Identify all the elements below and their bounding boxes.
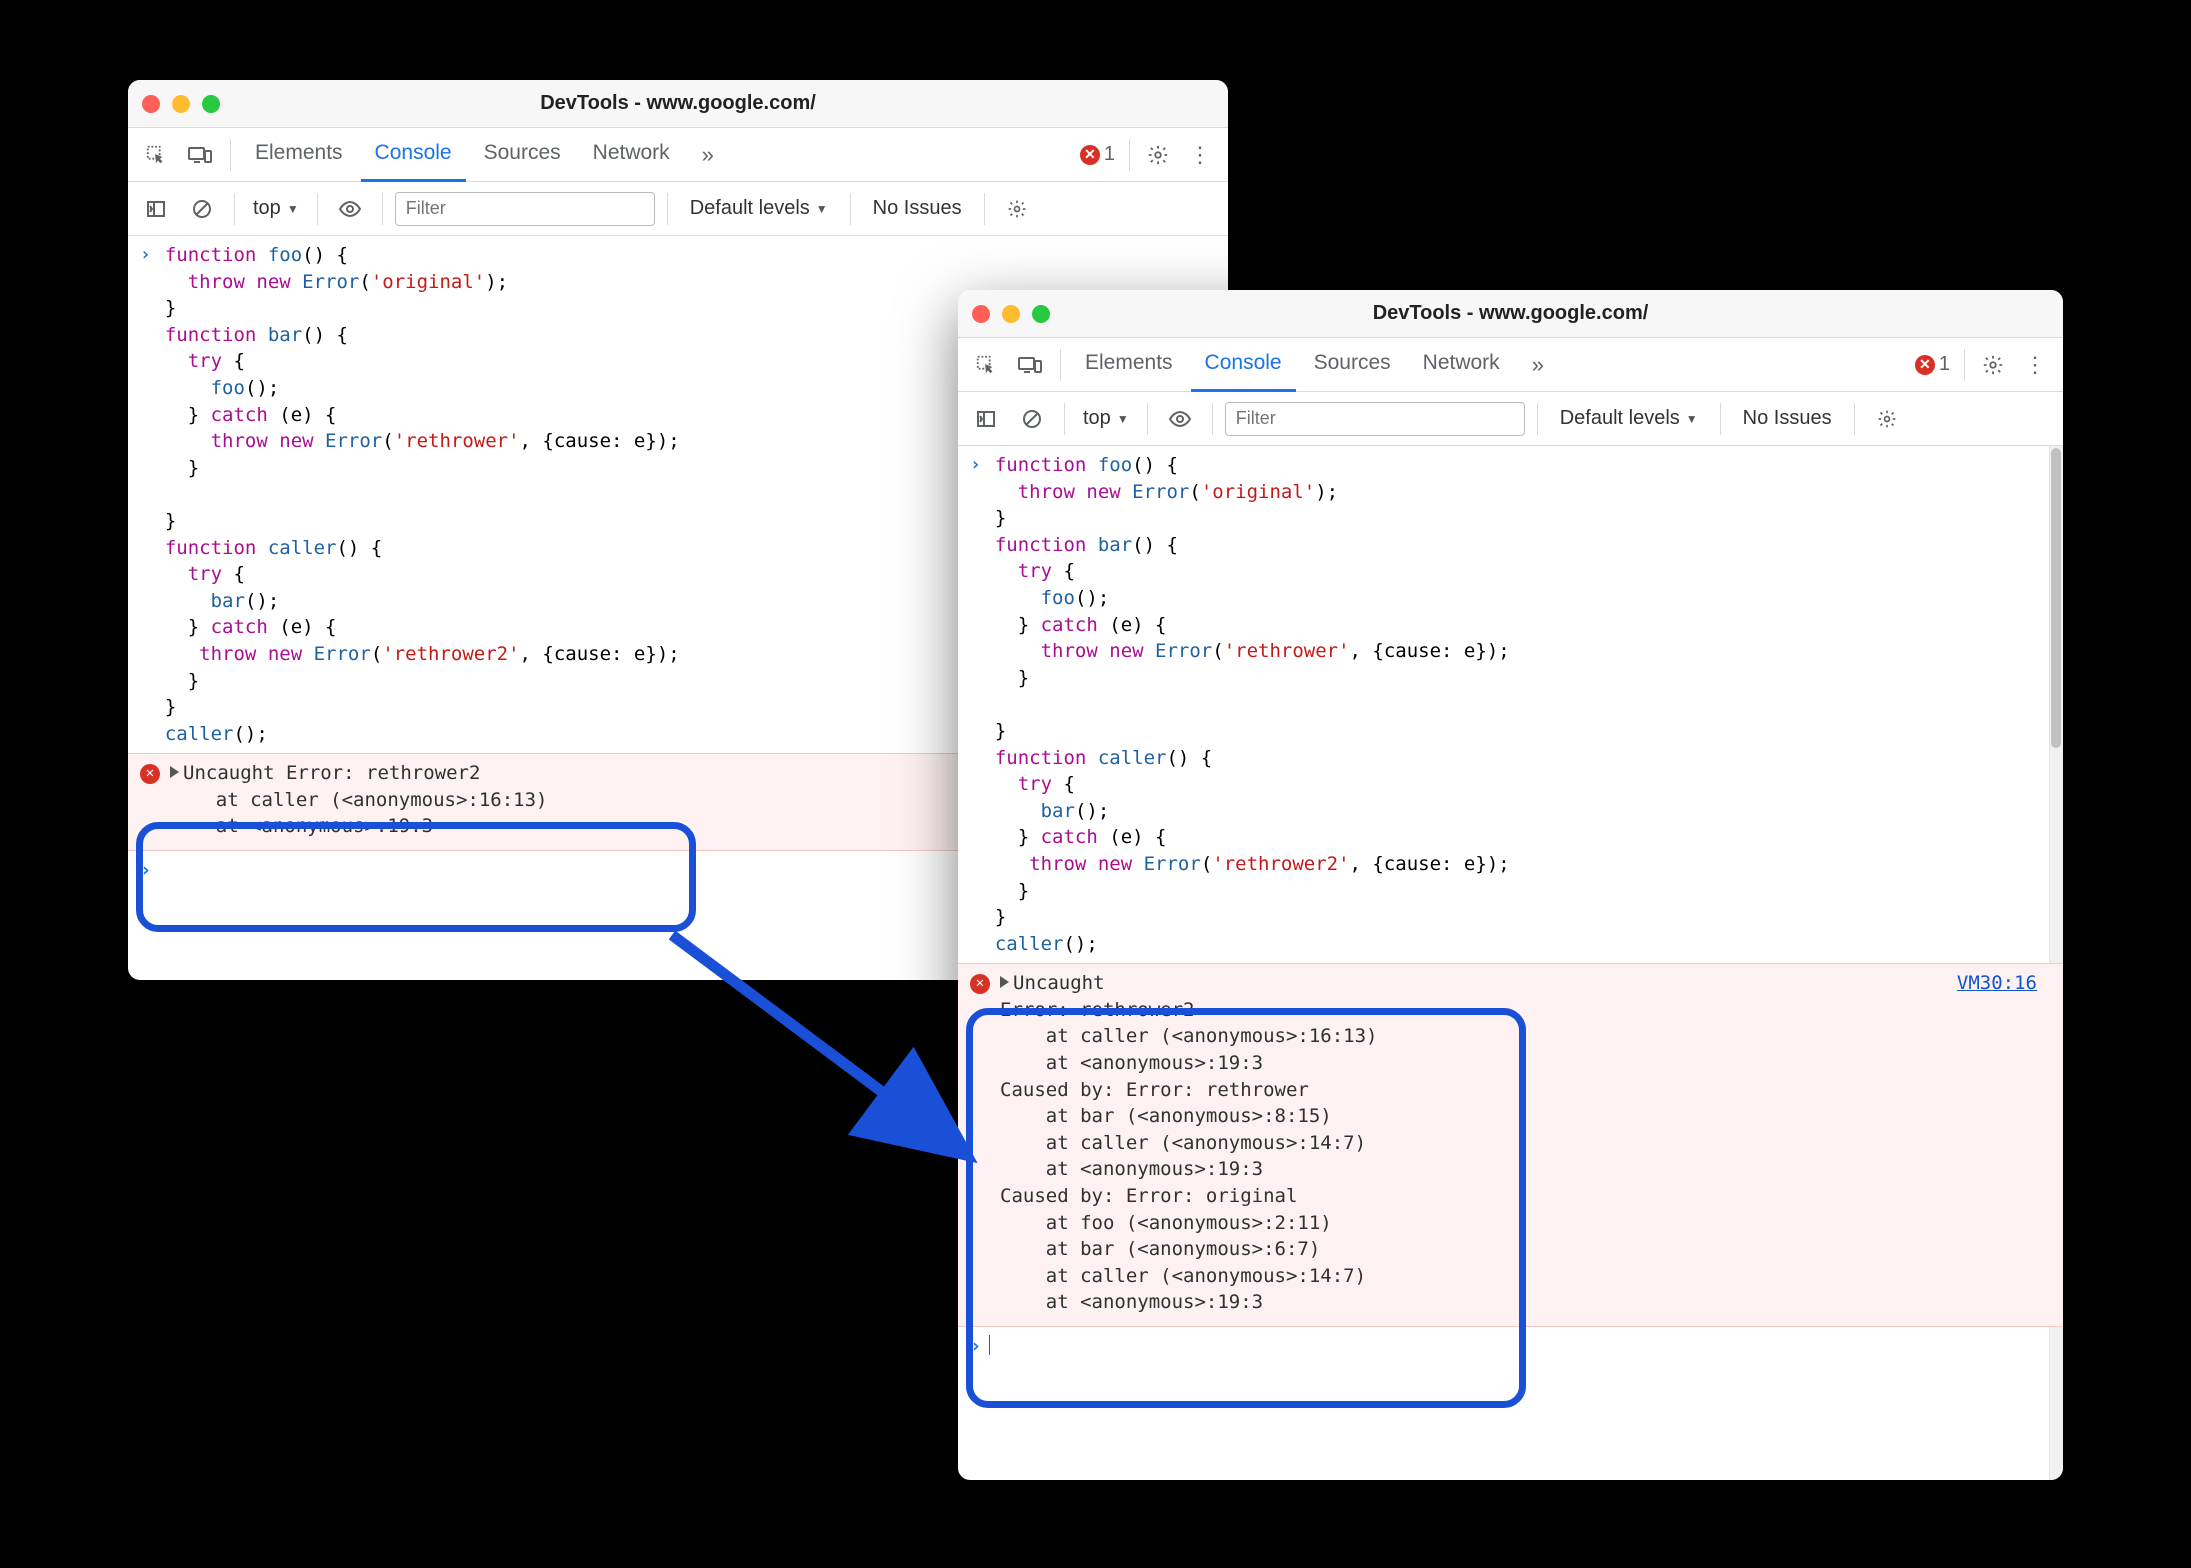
context-selector[interactable]: top▼: [247, 197, 305, 220]
clear-console-icon[interactable]: [182, 189, 222, 229]
error-count-badge[interactable]: ✕ 1: [1074, 143, 1121, 166]
titlebar: DevTools - www.google.com/: [128, 80, 1228, 128]
live-expression-icon[interactable]: [1160, 399, 1200, 439]
tab-network[interactable]: Network: [579, 128, 684, 182]
devtools-window-after: DevTools - www.google.com/ Elements Cons…: [958, 290, 2063, 1480]
close-icon[interactable]: [972, 305, 990, 323]
more-tabs-icon[interactable]: »: [688, 135, 728, 175]
minimize-icon[interactable]: [172, 95, 190, 113]
code-input-row: › function foo() { throw new Error('orig…: [958, 446, 2063, 963]
issues-label[interactable]: No Issues: [1733, 407, 1842, 430]
sidebar-toggle-icon[interactable]: [966, 399, 1006, 439]
console-settings-gear-icon[interactable]: [997, 189, 1037, 229]
maximize-icon[interactable]: [202, 95, 220, 113]
tab-console[interactable]: Console: [1191, 338, 1296, 392]
clear-console-icon[interactable]: [1012, 399, 1052, 439]
tab-bar: Elements Console Sources Network » ✕ 1 ⋮: [128, 128, 1228, 182]
gear-icon[interactable]: [1973, 345, 2013, 385]
source-link[interactable]: VM30:16: [1957, 970, 2037, 997]
next-prompt[interactable]: ›: [958, 1327, 2063, 1366]
filter-input[interactable]: [1225, 402, 1525, 436]
tab-sources[interactable]: Sources: [470, 128, 575, 182]
context-selector[interactable]: top▼: [1077, 407, 1135, 430]
levels-dropdown[interactable]: Default levels▼: [680, 197, 838, 220]
expand-triangle-icon[interactable]: [1000, 976, 1009, 988]
kebab-icon[interactable]: ⋮: [1180, 135, 1220, 175]
levels-dropdown[interactable]: Default levels▼: [1550, 407, 1708, 430]
prompt-icon: ›: [140, 242, 151, 747]
live-expression-icon[interactable]: [330, 189, 370, 229]
error-message: Uncaught Error: rethrower2 at caller (<a…: [170, 760, 548, 840]
minimize-icon[interactable]: [1002, 305, 1020, 323]
tab-network[interactable]: Network: [1409, 338, 1514, 392]
issues-label[interactable]: No Issues: [863, 197, 972, 220]
error-count-badge[interactable]: ✕ 1: [1909, 353, 1956, 376]
console-toolbar: top▼ Default levels▼ No Issues: [958, 392, 2063, 446]
maximize-icon[interactable]: [1032, 305, 1050, 323]
filter-input[interactable]: [395, 192, 655, 226]
error-row[interactable]: ✕ VM30:16 Uncaught Error: rethrower2 at …: [958, 963, 2063, 1327]
device-toolbar-icon[interactable]: [1010, 345, 1050, 385]
code-block: function foo() { throw new Error('origin…: [995, 452, 1510, 957]
gear-icon[interactable]: [1138, 135, 1178, 175]
traffic-lights: [142, 95, 220, 113]
tab-elements[interactable]: Elements: [241, 128, 357, 182]
window-title: DevTools - www.google.com/: [958, 302, 2063, 325]
tab-elements[interactable]: Elements: [1071, 338, 1187, 392]
device-toolbar-icon[interactable]: [180, 135, 220, 175]
console-toolbar: top▼ Default levels▼ No Issues: [128, 182, 1228, 236]
tab-console[interactable]: Console: [361, 128, 466, 182]
tab-bar: Elements Console Sources Network » ✕ 1 ⋮: [958, 338, 2063, 392]
close-icon[interactable]: [142, 95, 160, 113]
console-settings-gear-icon[interactable]: [1867, 399, 1907, 439]
error-icon: ✕: [140, 764, 160, 784]
more-tabs-icon[interactable]: »: [1518, 345, 1558, 385]
inspect-icon[interactable]: [136, 135, 176, 175]
inspect-icon[interactable]: [966, 345, 1006, 385]
expand-triangle-icon[interactable]: [170, 766, 179, 778]
error-icon: ✕: [1080, 145, 1100, 165]
prompt-icon: ›: [970, 452, 981, 957]
traffic-lights: [972, 305, 1050, 323]
tab-sources[interactable]: Sources: [1300, 338, 1405, 392]
console-body: › function foo() { throw new Error('orig…: [958, 446, 2063, 1480]
error-icon: ✕: [1915, 355, 1935, 375]
kebab-icon[interactable]: ⋮: [2015, 345, 2055, 385]
window-title: DevTools - www.google.com/: [128, 92, 1228, 115]
titlebar: DevTools - www.google.com/: [958, 290, 2063, 338]
code-block: function foo() { throw new Error('origin…: [165, 242, 680, 747]
error-icon: ✕: [970, 974, 990, 994]
sidebar-toggle-icon[interactable]: [136, 189, 176, 229]
error-message: Uncaught Error: rethrower2 at caller (<a…: [1000, 970, 1378, 1316]
